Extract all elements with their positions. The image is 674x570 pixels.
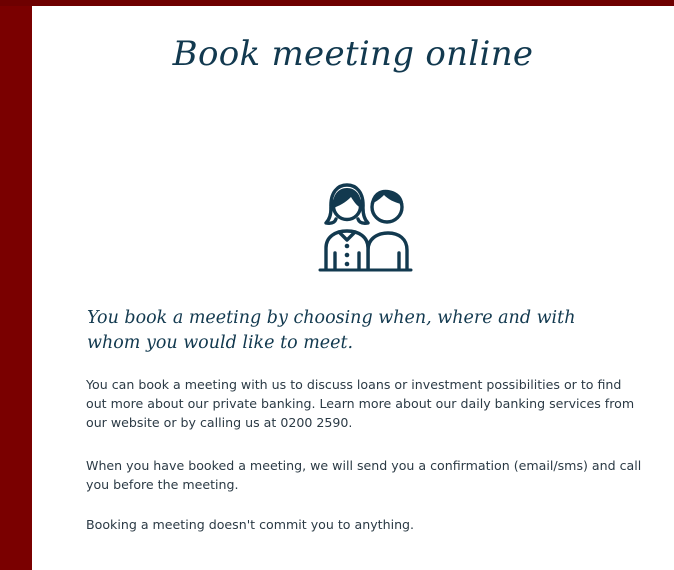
man-figure bbox=[366, 189, 409, 271]
content-panel: Book meeting online You book a meeting b… bbox=[32, 6, 674, 570]
page-title: Book meeting online bbox=[172, 34, 534, 74]
info-paragraph-services: You can book a meeting with us to discus… bbox=[86, 377, 635, 430]
woman-figure bbox=[324, 183, 370, 271]
two-people-icon bbox=[308, 179, 422, 273]
info-paragraph-confirmation: When you have booked a meeting, we will … bbox=[86, 458, 642, 492]
info-paragraph-no-commitment: Booking a meeting doesn't commit you to … bbox=[86, 517, 415, 532]
lead-text: You book a meeting by choosing when, whe… bbox=[87, 308, 576, 353]
